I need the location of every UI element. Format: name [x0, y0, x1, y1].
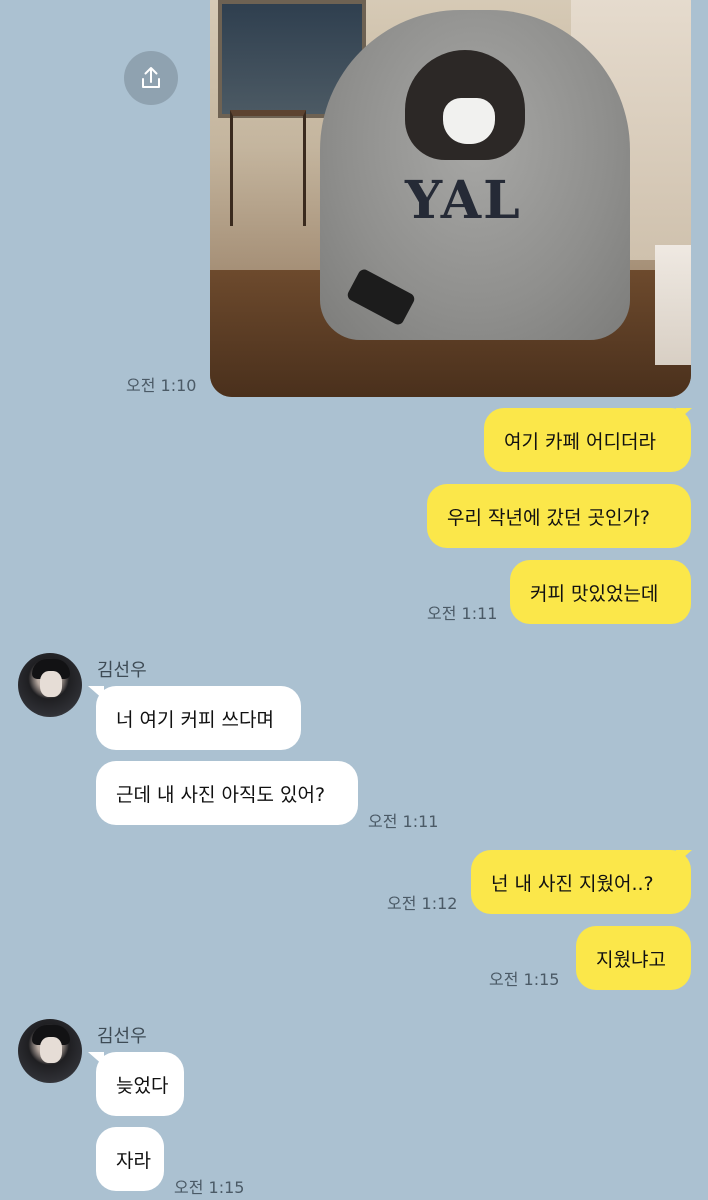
photo-sweatshirt-text: YAL [405, 170, 522, 231]
message-text: 커피 맛있었는데 [530, 582, 659, 605]
photo-time: 오전 1:10 [126, 376, 197, 395]
message-bubble-sent[interactable]: 지웠냐고 [576, 926, 691, 990]
share-button[interactable] [124, 51, 178, 105]
message-text: 우리 작년에 갔던 곳인가? [447, 506, 651, 529]
sender-name: 김선우 [97, 1026, 147, 1047]
bubble-tail [88, 686, 104, 700]
message-bubble-sent[interactable]: 넌 내 사진 지웠어..? [471, 850, 691, 914]
avatar-face [40, 1037, 62, 1063]
message-time: 오전 1:12 [387, 894, 458, 913]
message-bubble-received[interactable]: 늦었다 [96, 1052, 184, 1116]
message-text: 근데 내 사진 아직도 있어? [116, 783, 326, 806]
message-text: 지웠냐고 [596, 948, 666, 971]
message-text: 너 여기 커피 쓰다며 [116, 708, 274, 731]
message-bubble-received[interactable]: 너 여기 커피 쓰다며 [96, 686, 301, 750]
message-bubble-sent[interactable]: 우리 작년에 갔던 곳인가? [427, 484, 691, 548]
share-icon [142, 67, 160, 88]
photo-cup [655, 245, 691, 365]
message-time: 오전 1:11 [427, 604, 498, 623]
message-bubble-received[interactable]: 자라 [96, 1127, 164, 1191]
photo-mask [443, 98, 495, 144]
message-time: 오전 1:11 [368, 812, 439, 831]
chat-photo[interactable]: YAL [210, 0, 691, 397]
bubble-tail [676, 408, 692, 422]
bubble-tail [676, 850, 692, 864]
message-text: 늦었다 [116, 1074, 169, 1097]
message-text: 여기 카페 어디더라 [504, 430, 656, 453]
sender-avatar[interactable] [18, 653, 82, 717]
photo-chair [230, 110, 306, 226]
avatar-face [40, 671, 62, 697]
message-time: 오전 1:15 [489, 970, 560, 989]
message-bubble-received[interactable]: 근데 내 사진 아직도 있어? [96, 761, 358, 825]
bubble-tail [88, 1052, 104, 1066]
sender-avatar[interactable] [18, 1019, 82, 1083]
message-text: 자라 [116, 1149, 151, 1172]
message-text: 넌 내 사진 지웠어..? [491, 872, 654, 895]
message-bubble-sent[interactable]: 커피 맛있었는데 [510, 560, 691, 624]
sender-name: 김선우 [97, 660, 147, 681]
message-bubble-sent[interactable]: 여기 카페 어디더라 [484, 408, 691, 472]
message-time: 오전 1:15 [174, 1178, 245, 1197]
